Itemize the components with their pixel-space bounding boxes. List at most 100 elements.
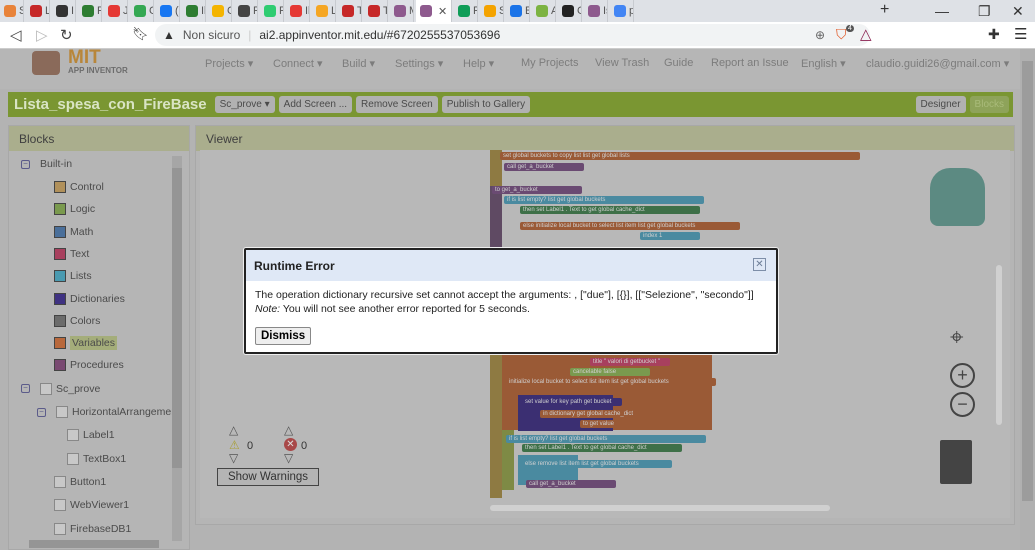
restore-button[interactable]: ❐	[978, 3, 991, 20]
code-block[interactable]: to get value	[580, 420, 670, 428]
code-block[interactable]: call get_a_bucket	[504, 163, 584, 171]
code-block[interactable]: set value for key path get bucket	[522, 398, 622, 406]
blocks-button[interactable]: Blocks	[969, 96, 1009, 113]
code-block[interactable]: cancelable false	[570, 368, 650, 376]
browser-tab[interactable]: JJC	[104, 0, 128, 22]
browser-tab[interactable]: Il n	[182, 0, 206, 22]
code-block[interactable]: if is list empty? list get global bucket…	[504, 196, 704, 204]
code-block[interactable]: then set Label1 . Text to get global cac…	[520, 206, 700, 214]
browser-tab[interactable]: ✕	[416, 0, 452, 22]
menu-projects[interactable]: Projects ▾	[205, 57, 253, 70]
tree-item-logic[interactable]: Logic	[54, 201, 95, 217]
error-prev-arrow[interactable]: △	[284, 423, 293, 437]
menu-build[interactable]: Build ▾	[342, 57, 375, 70]
code-block[interactable]: title " valori di getbucket "	[590, 358, 670, 366]
publish-gallery-button[interactable]: Publish to Gallery	[441, 96, 531, 113]
tree-item-component[interactable]: Label1	[67, 427, 115, 443]
browser-tab[interactable]: pe	[610, 0, 634, 22]
designer-button[interactable]: Designer	[915, 96, 966, 113]
url-field[interactable]: ▲ Non sicuro | ai2.appinventor.mit.edu/#…	[155, 24, 870, 46]
tree-item-lists[interactable]: Lists	[54, 268, 92, 284]
code-block[interactable]: else initialize local bucket to select l…	[520, 222, 740, 230]
browser-tab[interactable]: List	[312, 0, 336, 22]
collapse-icon[interactable]: −	[37, 407, 46, 417]
back-icon[interactable]: ◁	[10, 26, 22, 44]
tree-item-builtin[interactable]: − Built-in	[21, 156, 72, 172]
collapse-icon[interactable]: −	[21, 384, 30, 394]
browser-tab[interactable]: Git	[558, 0, 582, 22]
screen-select[interactable]: Sc_prove ▾	[214, 96, 275, 113]
browser-tab[interactable]: MI	[390, 0, 414, 22]
add-screen-button[interactable]: Add Screen ...	[278, 96, 353, 113]
page-scrollbar[interactable]	[1020, 49, 1035, 550]
tree-item-variables[interactable]: Variables	[54, 335, 117, 351]
code-block[interactable]: initialize local bucket to select list i…	[506, 378, 716, 386]
code-block[interactable]: in dictionary get global cache_dict	[540, 410, 680, 418]
tree-item-procedures[interactable]: Procedures	[54, 357, 124, 373]
browser-tab[interactable]: Go	[130, 0, 154, 22]
extensions-icon[interactable]: ✚	[988, 26, 1000, 43]
error-next-arrow[interactable]: ▽	[284, 451, 293, 465]
tree-scrollbar[interactable]	[172, 156, 182, 541]
browser-tab[interactable]: Th	[364, 0, 388, 22]
dismiss-button[interactable]: Dismiss	[255, 327, 312, 345]
close-window-button[interactable]: ✕	[1012, 3, 1024, 20]
code-block[interactable]: then set Label1 . Text to get global cac…	[522, 444, 682, 452]
close-tab-icon[interactable]: ✕	[438, 5, 447, 18]
bookmark-icon[interactable]: 🔖︎	[132, 26, 149, 42]
account-menu[interactable]: claudio.guidi26@gmail.com ▾	[866, 57, 1009, 70]
workspace-vscroll[interactable]	[996, 265, 1002, 425]
tree-item-component[interactable]: WebViewer1	[54, 497, 129, 513]
language-menu[interactable]: English ▾	[801, 57, 846, 70]
warning-next-arrow[interactable]: ▽	[229, 451, 238, 465]
menu-settings[interactable]: Settings ▾	[395, 57, 443, 70]
browser-tab[interactable]: Lo	[26, 0, 50, 22]
menu-icon[interactable]: ☰	[1014, 25, 1027, 43]
browser-tab[interactable]: Scr	[480, 0, 504, 22]
menu-help[interactable]: Help ▾	[463, 57, 494, 70]
browser-tab[interactable]: (18	[156, 0, 180, 22]
tree-item-component[interactable]: − HorizontalArrangemen	[37, 404, 177, 420]
zoom-icon[interactable]: ⊕	[815, 28, 825, 42]
brave-rewards-icon[interactable]: △	[860, 25, 872, 43]
code-block[interactable]: else remove list item list get global bu…	[522, 460, 672, 468]
menu-connect[interactable]: Connect ▾	[273, 57, 323, 70]
browser-tab[interactable]: I m	[52, 0, 76, 22]
warning-prev-arrow[interactable]: △	[229, 423, 238, 437]
tree-item-math[interactable]: Math	[54, 224, 93, 240]
link-view-trash[interactable]: View Trash	[595, 57, 649, 69]
backpack-icon[interactable]	[930, 168, 985, 226]
forward-icon[interactable]: ▷	[36, 26, 48, 44]
code-block[interactable]: set global buckets to copy list list get…	[500, 152, 860, 160]
browser-tab[interactable]: Rin	[78, 0, 102, 22]
minimize-button[interactable]: —	[935, 3, 949, 19]
browser-tab[interactable]: Th	[338, 0, 362, 22]
tree-item-control[interactable]: Control	[54, 179, 104, 195]
link-guide[interactable]: Guide	[664, 57, 693, 69]
tree-item-component[interactable]: TextBox1	[67, 451, 126, 467]
zoom-in-icon[interactable]: +	[950, 363, 975, 388]
tree-hscrollbar[interactable]	[29, 540, 159, 548]
code-block[interactable]: if is list empty? list get global bucket…	[506, 435, 706, 443]
code-block[interactable]: index 1	[640, 232, 700, 240]
workspace-hscroll[interactable]	[490, 505, 830, 511]
link-my-projects[interactable]: My Projects	[521, 57, 578, 69]
browser-tab[interactable]: Iss	[584, 0, 608, 22]
brave-shield-icon[interactable]: ⛉	[836, 26, 847, 43]
browser-tab[interactable]: Il n	[286, 0, 310, 22]
tree-item-dictionaries[interactable]: Dictionaries	[54, 291, 125, 307]
tree-item-colors[interactable]: Colors	[54, 313, 100, 329]
remove-screen-button[interactable]: Remove Screen	[356, 96, 438, 113]
tree-item-component[interactable]: FirebaseDB1	[54, 521, 131, 537]
browser-tab[interactable]: Go	[208, 0, 232, 22]
code-block[interactable]: to get_a_bucket	[492, 186, 582, 194]
browser-tab[interactable]: Se	[0, 0, 24, 22]
link-report-issue[interactable]: Report an Issue	[711, 57, 789, 69]
browser-tab[interactable]: Filr	[234, 0, 258, 22]
recenter-icon[interactable]: ⌖	[950, 325, 976, 351]
zoom-out-icon[interactable]: −	[950, 392, 975, 417]
close-icon[interactable]: ✕	[753, 258, 766, 271]
code-block[interactable]: call get_a_bucket	[526, 480, 616, 488]
tree-item-text[interactable]: Text	[54, 246, 89, 262]
browser-tab[interactable]: Ap	[532, 0, 556, 22]
